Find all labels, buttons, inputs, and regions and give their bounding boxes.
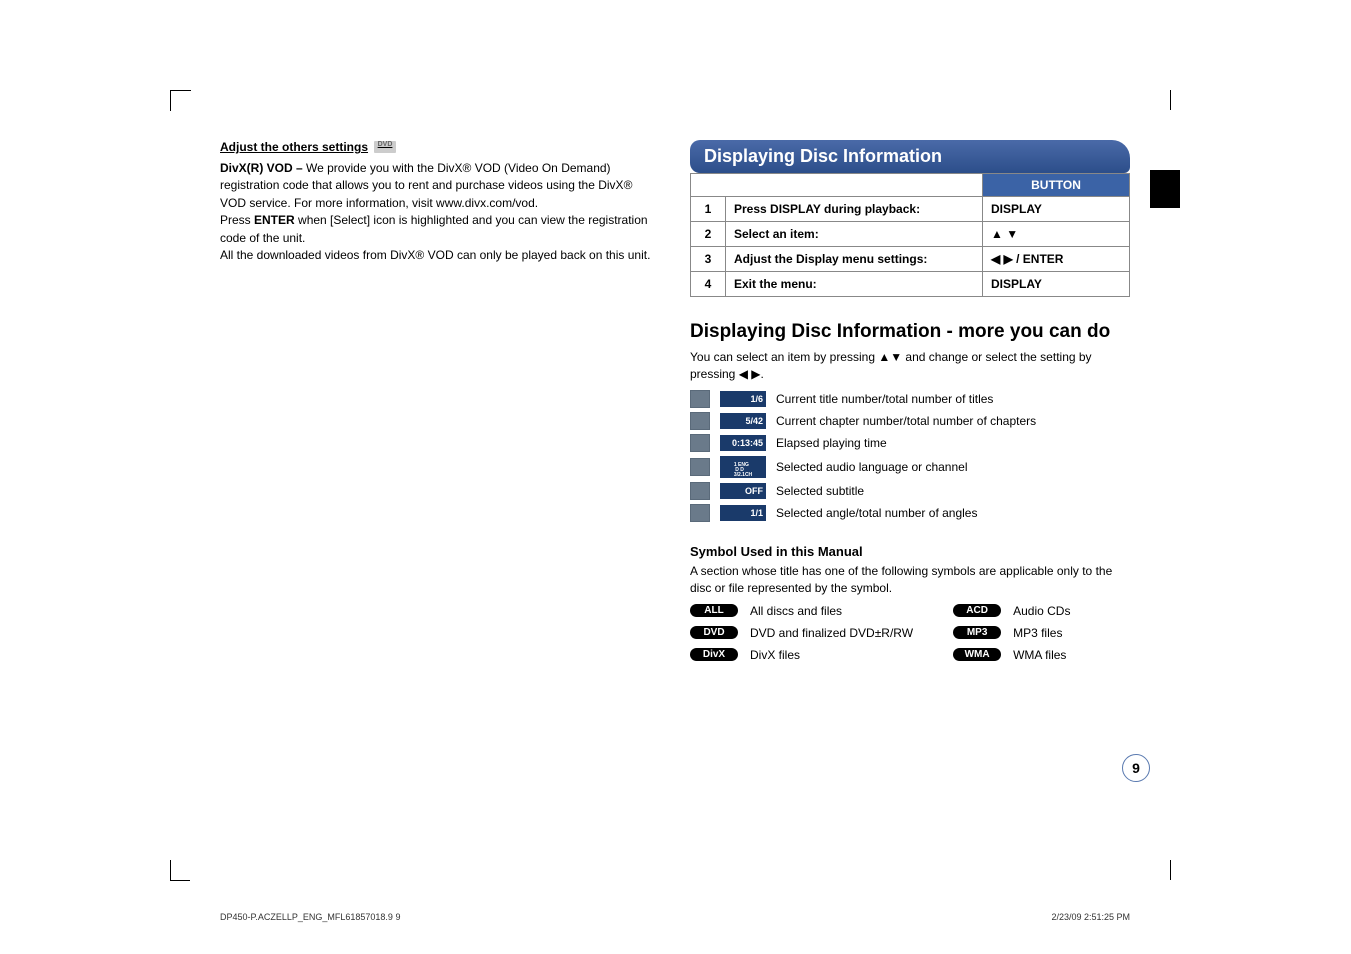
- list-item: 5/42 Current chapter number/total number…: [690, 412, 1130, 430]
- symbol-intro: A section whose title has one of the fol…: [690, 563, 1130, 598]
- divx-label: DivX(R) VOD –: [220, 161, 306, 175]
- button-column-header: BUTTON: [983, 174, 1130, 197]
- step-button: DISPLAY: [983, 272, 1130, 297]
- subtitle-icon: [690, 482, 710, 500]
- crop-mark: [170, 860, 171, 880]
- more-intro: You can select an item by pressing ▲▼ an…: [690, 349, 1130, 384]
- panel-header: Displaying Disc Information: [690, 140, 1130, 173]
- osd-text: Selected audio language or channel: [776, 460, 967, 474]
- left-column: Adjust the others settings DVD DivX(R) V…: [220, 140, 660, 662]
- heading-text: Adjust the others settings: [220, 140, 368, 154]
- audio-icon: [690, 458, 710, 476]
- osd-badge: 5/42: [720, 413, 766, 429]
- tag-divx: DivX: [690, 648, 738, 661]
- osd-badge: 1/6: [720, 391, 766, 407]
- osd-list: 1/6 Current title number/total number of…: [690, 390, 1130, 522]
- list-item: MP3 MP3 files: [953, 626, 1070, 640]
- dvd-icon: DVD: [374, 141, 396, 153]
- step-number: 1: [691, 197, 726, 222]
- table-row: 2 Select an item: ▲ ▼: [691, 222, 1130, 247]
- tag-mp3: MP3: [953, 626, 1001, 639]
- tag-all: ALL: [690, 604, 738, 617]
- list-item: WMA WMA files: [953, 648, 1070, 662]
- step-button: ▲ ▼: [983, 222, 1130, 247]
- list-item: ACD Audio CDs: [953, 604, 1070, 618]
- step-desc: Select an item:: [726, 222, 983, 247]
- osd-text: Selected subtitle: [776, 484, 864, 498]
- page-content: Adjust the others settings DVD DivX(R) V…: [220, 140, 1130, 662]
- enter-prefix: Press: [220, 213, 254, 227]
- symbol-legend: ALL All discs and files DVD DVD and fina…: [690, 604, 1130, 662]
- tag-text: MP3 files: [1013, 626, 1062, 640]
- list-item: DivX DivX files: [690, 648, 913, 662]
- table-header-row: BUTTON: [691, 174, 1130, 197]
- osd-badge: 0:13:45: [720, 435, 766, 451]
- enter-bold: ENTER: [254, 213, 295, 227]
- paragraph-enter: Press ENTER when [Select] icon is highli…: [220, 212, 660, 247]
- tag-wma: WMA: [953, 648, 1001, 661]
- list-item: 1 ENG D D 3/2.1CH Selected audio languag…: [690, 456, 1130, 478]
- section-heading-adjust-others: Adjust the others settings DVD: [220, 140, 660, 154]
- chapter-icon: [690, 412, 710, 430]
- step-button: DISPLAY: [983, 197, 1130, 222]
- osd-text: Elapsed playing time: [776, 436, 887, 450]
- footer-right: 2/23/09 2:51:25 PM: [1051, 912, 1130, 922]
- tag-text: All discs and files: [750, 604, 842, 618]
- osd-text: Current title number/total number of tit…: [776, 392, 993, 406]
- osd-text: Selected angle/total number of angles: [776, 506, 977, 520]
- tag-text: Audio CDs: [1013, 604, 1070, 618]
- osd-badge: 1/1: [720, 505, 766, 521]
- clock-icon: [690, 434, 710, 452]
- step-desc: Adjust the Display menu settings:: [726, 247, 983, 272]
- crop-mark: [170, 90, 191, 91]
- osd-text: Current chapter number/total number of c…: [776, 414, 1036, 428]
- section-heading-more: Displaying Disc Information - more you c…: [690, 321, 1130, 343]
- tag-text: WMA files: [1013, 648, 1066, 662]
- side-tab: [1150, 170, 1180, 208]
- step-desc: Press DISPLAY during playback:: [726, 197, 983, 222]
- panel-cap: [1102, 140, 1130, 173]
- step-button: ◀ ▶ / ENTER: [983, 247, 1130, 272]
- list-item: 0:13:45 Elapsed playing time: [690, 434, 1130, 452]
- step-number: 3: [691, 247, 726, 272]
- step-number: 2: [691, 222, 726, 247]
- list-item: OFF Selected subtitle: [690, 482, 1130, 500]
- angle-icon: [690, 504, 710, 522]
- crop-mark: [1170, 90, 1171, 110]
- steps-table: BUTTON 1 Press DISPLAY during playback: …: [690, 173, 1130, 297]
- footer-left: DP450-P.ACZELLP_ENG_MFL61857018.9 9: [220, 912, 400, 922]
- list-item: 1/6 Current title number/total number of…: [690, 390, 1130, 408]
- paragraph-divx: DivX(R) VOD – We provide you with the Di…: [220, 160, 660, 212]
- table-row: 4 Exit the menu: DISPLAY: [691, 272, 1130, 297]
- right-column: Displaying Disc Information BUTTON 1 Pre…: [690, 140, 1130, 662]
- tag-text: DivX files: [750, 648, 800, 662]
- table-row: 1 Press DISPLAY during playback: DISPLAY: [691, 197, 1130, 222]
- tag-dvd: DVD: [690, 626, 738, 639]
- list-item: ALL All discs and files: [690, 604, 913, 618]
- symbol-heading: Symbol Used in this Manual: [690, 544, 1130, 559]
- title-icon: [690, 390, 710, 408]
- page-number: 9: [1122, 754, 1150, 782]
- paragraph-downloaded: All the downloaded videos from DivX® VOD…: [220, 247, 660, 264]
- footer: DP450-P.ACZELLP_ENG_MFL61857018.9 9 2/23…: [220, 912, 1130, 922]
- table-row: 3 Adjust the Display menu settings: ◀ ▶ …: [691, 247, 1130, 272]
- list-item: DVD DVD and finalized DVD±R/RW: [690, 626, 913, 640]
- step-number: 4: [691, 272, 726, 297]
- tag-acd: ACD: [953, 604, 1001, 617]
- step-desc: Exit the menu:: [726, 272, 983, 297]
- tag-text: DVD and finalized DVD±R/RW: [750, 626, 913, 640]
- osd-badge: 1 ENG D D 3/2.1CH: [720, 456, 766, 478]
- panel-title: Displaying Disc Information: [690, 140, 1102, 173]
- crop-mark: [1170, 860, 1171, 880]
- list-item: 1/1 Selected angle/total number of angle…: [690, 504, 1130, 522]
- osd-badge: OFF: [720, 483, 766, 499]
